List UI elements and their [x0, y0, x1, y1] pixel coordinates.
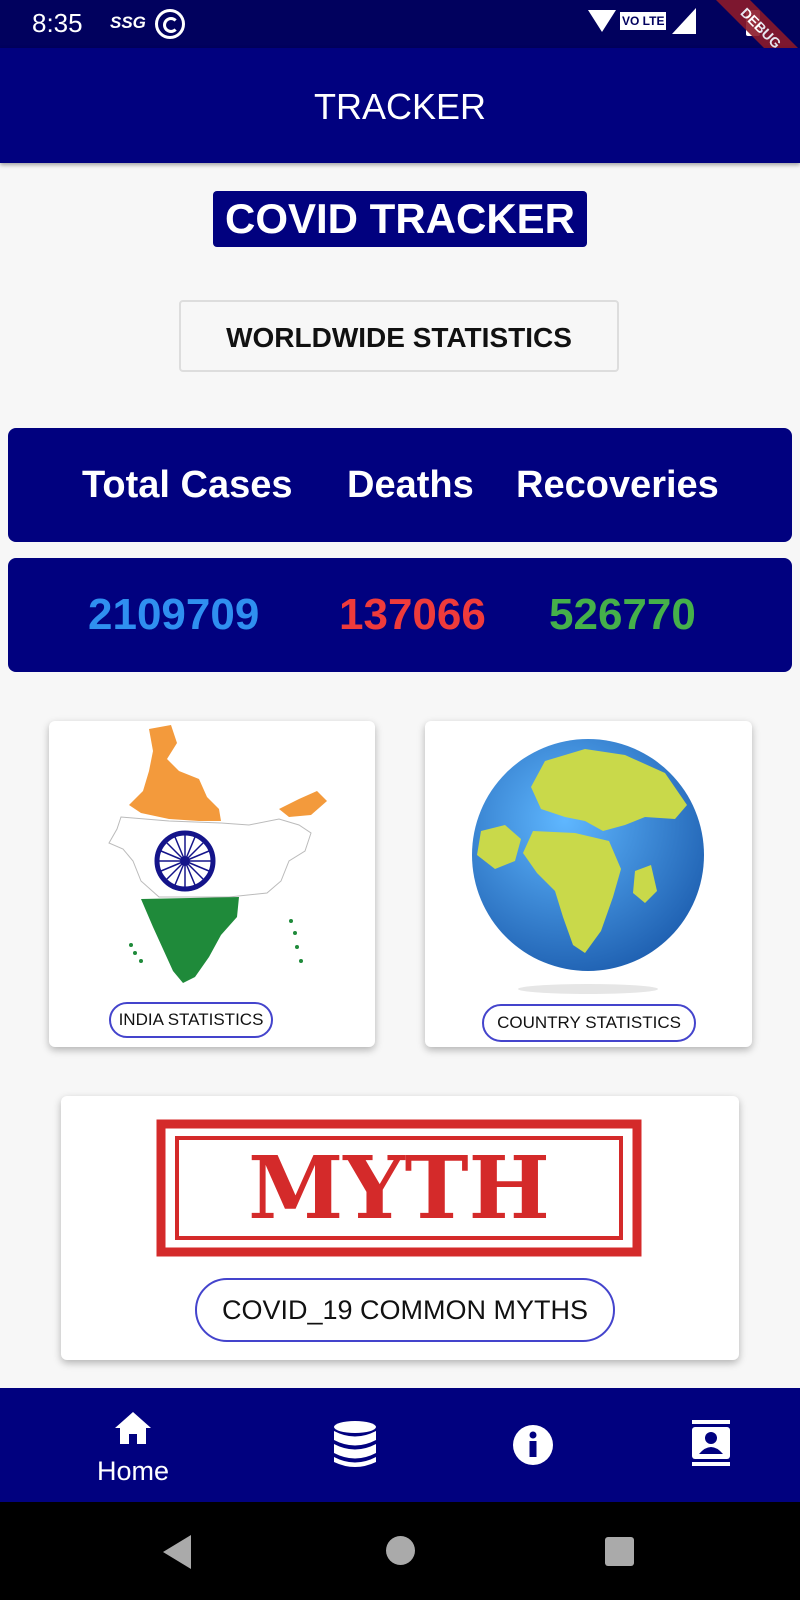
app-bar: TRACKER: [0, 48, 800, 163]
common-myths-label[interactable]: COVID_19 COMMON MYTHS: [195, 1278, 615, 1342]
total-cases-value: 2109709: [88, 590, 260, 639]
total-cases-label: Total Cases: [82, 464, 293, 506]
stats-labels-panel: Total Cases Deaths Recoveries: [8, 428, 792, 542]
status-bar: 8:35 SSG VO LTE: [0, 0, 800, 48]
nav-database[interactable]: [295, 1388, 415, 1502]
globe-icon: [472, 739, 704, 994]
nav-home-label: Home: [96, 1456, 170, 1486]
myth-stamp-text: MYTH: [248, 1138, 550, 1239]
recoveries-value: 526770: [549, 590, 696, 639]
nav-home[interactable]: Home: [73, 1388, 193, 1502]
country-statistics-card[interactable]: COUNTRY STATISTICS: [425, 721, 752, 1047]
myth-stamp-icon: MYTH: [156, 1119, 642, 1257]
country-statistics-label[interactable]: COUNTRY STATISTICS: [482, 1004, 696, 1042]
recents-icon[interactable]: [605, 1537, 634, 1566]
nav-info[interactable]: [473, 1388, 593, 1502]
signal-icon: [672, 8, 696, 34]
database-icon: [334, 1421, 376, 1467]
data-saver-icon: [155, 9, 185, 39]
india-statistics-card[interactable]: INDIA STATISTICS: [49, 721, 375, 1047]
recoveries-label: Recoveries: [516, 464, 719, 506]
india-map-flag-icon: [108, 725, 327, 983]
system-home-icon[interactable]: [386, 1536, 415, 1565]
carrier-label: SSG: [110, 13, 146, 32]
bottom-navigation: Home: [0, 1388, 800, 1502]
india-statistics-label[interactable]: INDIA STATISTICS: [109, 1002, 273, 1038]
deaths-value: 137066: [339, 590, 486, 639]
worldwide-statistics-button[interactable]: WORLDWIDE STATISTICS: [179, 300, 619, 372]
contacts-icon: [692, 1420, 730, 1466]
info-icon: [513, 1425, 553, 1465]
page-title: COVID TRACKER: [213, 191, 587, 247]
nav-contacts[interactable]: [651, 1388, 771, 1502]
app-bar-title: TRACKER: [313, 86, 487, 127]
deaths-label: Deaths: [347, 464, 474, 506]
home-icon: [115, 1412, 151, 1444]
volte-badge: VO LTE: [620, 12, 667, 30]
status-time: 8:35: [32, 8, 83, 38]
back-icon[interactable]: [163, 1535, 191, 1569]
system-navigation-bar: [0, 1502, 800, 1600]
stats-values-panel: 2109709 137066 526770: [8, 558, 792, 672]
wifi-icon: [588, 10, 616, 32]
myths-card[interactable]: MYTH COVID_19 COMMON MYTHS: [61, 1096, 739, 1360]
